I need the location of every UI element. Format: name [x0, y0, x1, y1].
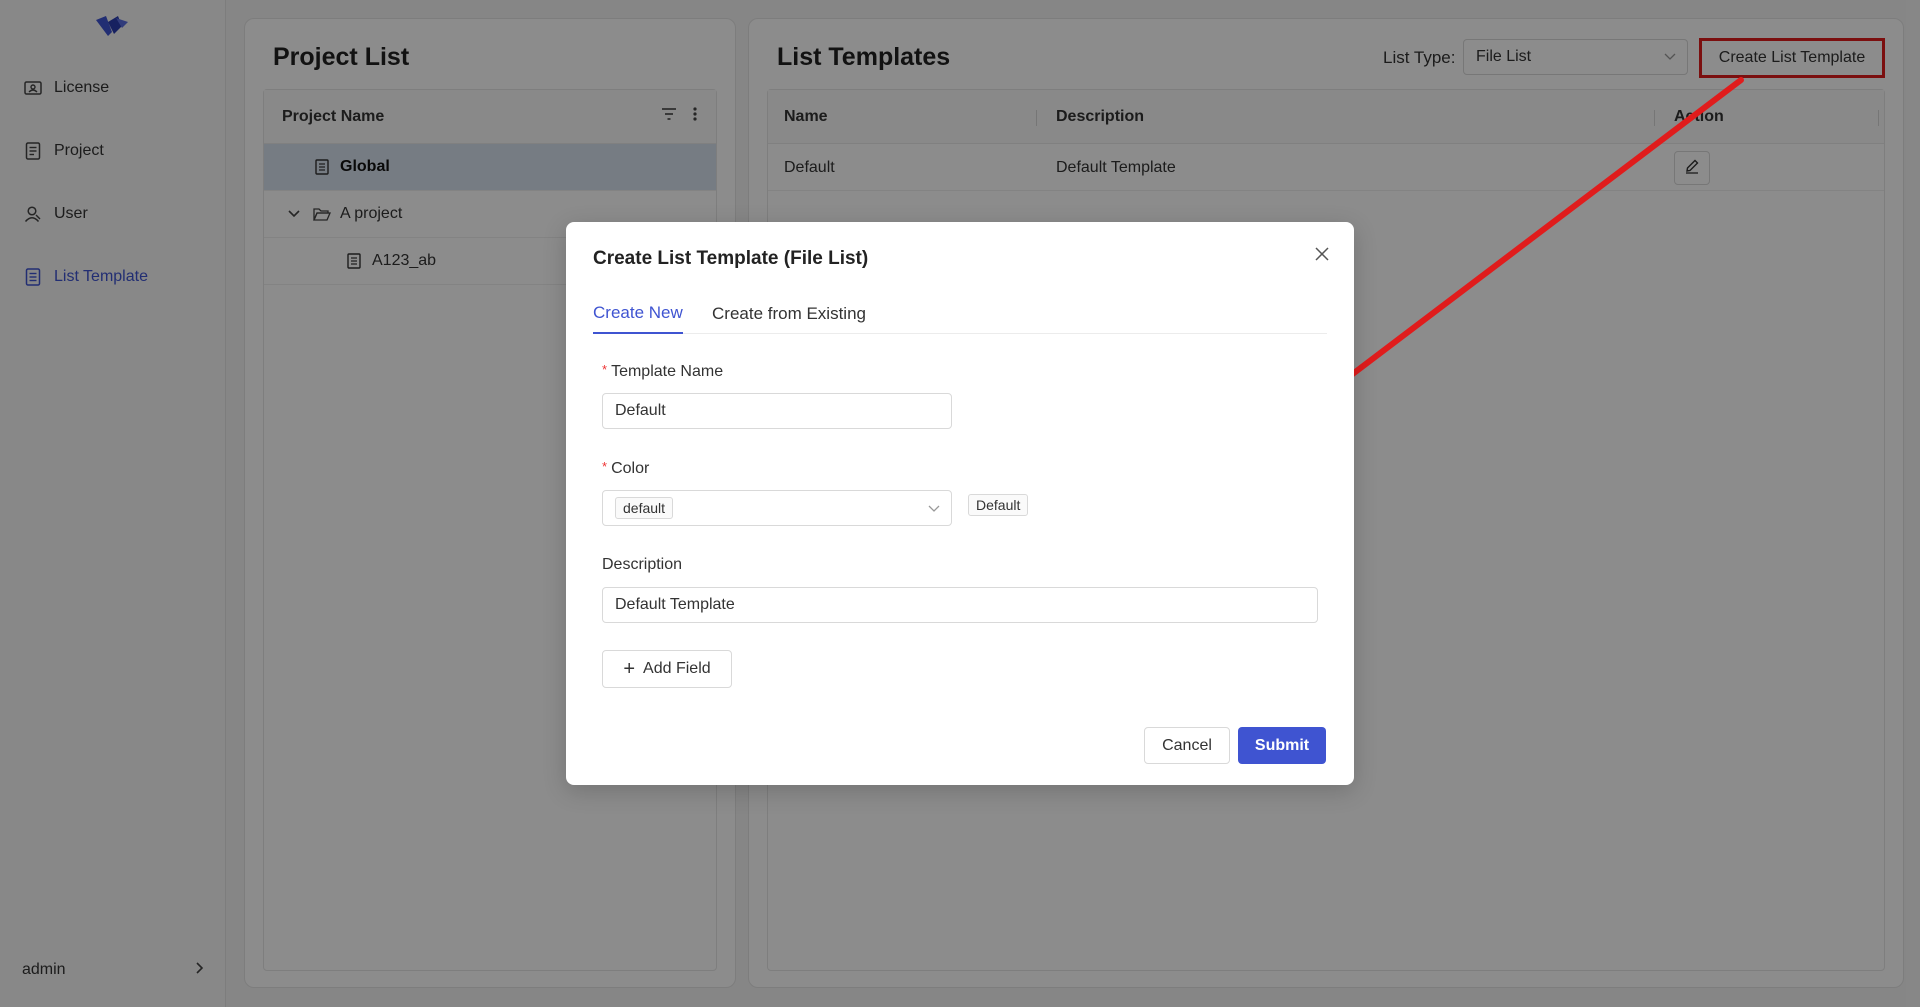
description-value: Default Template: [615, 596, 735, 613]
submit-button[interactable]: Submit: [1238, 727, 1326, 764]
create-template-dialog: Create List Template (File List) Create …: [566, 222, 1354, 785]
dialog-title: Create List Template (File List): [593, 248, 869, 269]
description-input[interactable]: Default Template: [602, 587, 1318, 623]
color-preview-tag: Default: [968, 494, 1029, 516]
chevron-down-icon: [927, 501, 941, 520]
add-field-label: Add Field: [643, 660, 711, 677]
template-name-value: Default: [615, 402, 666, 419]
template-name-label-text: Template Name: [611, 363, 724, 380]
add-field-button[interactable]: + Add Field: [602, 650, 732, 688]
close-icon[interactable]: [1310, 242, 1334, 266]
color-label-text: Color: [611, 460, 650, 477]
tab-create-new[interactable]: Create New: [593, 294, 683, 334]
dialog-tabs: Create New Create from Existing: [593, 294, 1327, 334]
color-value-tag: default: [615, 497, 674, 519]
template-name-label: * Template Name: [602, 362, 723, 381]
cancel-button[interactable]: Cancel: [1144, 727, 1230, 764]
required-marker: *: [602, 459, 608, 474]
template-name-input[interactable]: Default: [602, 393, 952, 429]
tab-create-from-existing[interactable]: Create from Existing: [712, 294, 866, 334]
description-label: Description: [602, 556, 683, 573]
color-select[interactable]: default: [602, 490, 952, 526]
plus-icon: +: [623, 658, 636, 680]
color-label: * Color: [602, 459, 649, 478]
required-marker: *: [602, 362, 608, 377]
